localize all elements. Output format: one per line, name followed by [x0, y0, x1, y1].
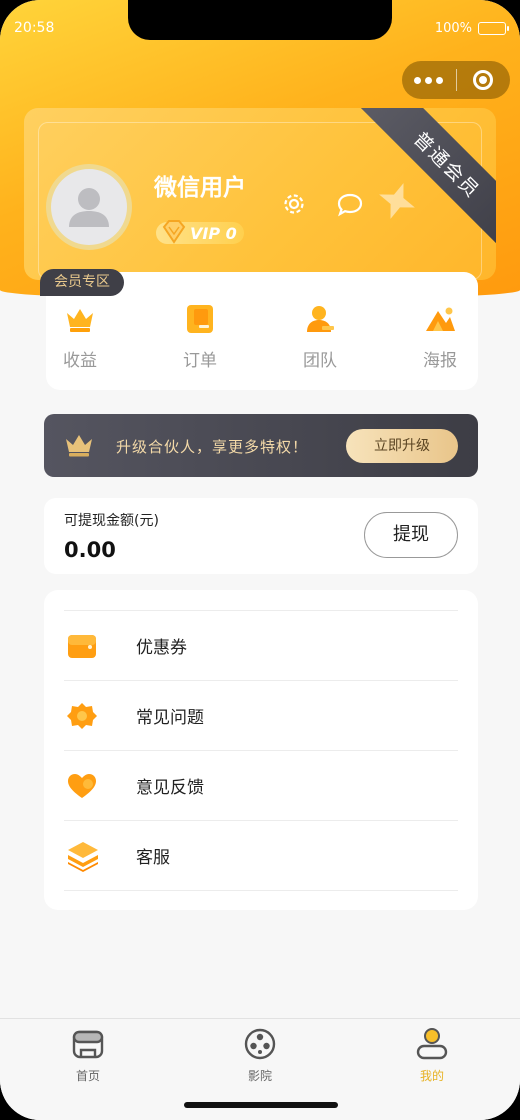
question-icon — [67, 702, 97, 729]
tab-label: 我的 — [419, 1069, 444, 1083]
member-item-label: 团队 — [303, 351, 337, 371]
crown-icon — [67, 309, 93, 332]
username: 微信用户 — [154, 175, 246, 201]
more-dots-icon[interactable] — [402, 76, 456, 84]
team-icon — [307, 306, 334, 332]
battery-percent: 100% — [434, 21, 472, 36]
menu-item-label: 常见问题 — [136, 708, 204, 728]
menu-list: 优惠券 常见问题 意见反馈 客服 — [44, 590, 478, 910]
upgrade-text: 升级合伙人，享更多特权！ — [116, 438, 309, 456]
upgrade-now-button[interactable]: 立即升级 — [346, 429, 458, 463]
menu-item-label: 意见反馈 — [136, 778, 204, 798]
profile-icon — [416, 1028, 448, 1060]
tab-cinema[interactable]: 影院 — [220, 1027, 300, 1084]
member-item-orders[interactable]: 订单 — [160, 302, 240, 371]
member-item-label: 收益 — [63, 351, 97, 371]
tab-label: 首页 — [75, 1069, 100, 1083]
sparkle-decoration-icon — [379, 183, 415, 219]
tab-label: 影院 — [247, 1069, 272, 1083]
member-item-earnings[interactable]: 收益 — [40, 302, 120, 371]
withdrawable-amount: 0.00 — [64, 538, 116, 562]
menu-item-label: 优惠券 — [136, 638, 187, 658]
heart-icon — [68, 773, 96, 798]
status-time: 20:58 — [14, 20, 55, 36]
poster-icon — [426, 307, 455, 331]
withdrawable-label: 可提现金额(元) — [64, 513, 159, 529]
home-icon — [72, 1030, 104, 1059]
member-item-poster[interactable]: 海报 — [400, 302, 480, 371]
menu-item-faq[interactable]: 常见问题 — [64, 680, 458, 750]
notch — [128, 0, 392, 40]
status-battery: 100% — [434, 21, 509, 36]
menu-item-label: 客服 — [136, 848, 170, 868]
close-target-icon[interactable] — [456, 70, 510, 90]
vip-level: VIP 0 — [190, 223, 237, 243]
menu-item-customer-service[interactable]: 客服 — [64, 820, 458, 890]
phone-screen: 20:58 100% 普通会员 微信用户 VIP 0 会员专区 收益 订单 团队… — [0, 0, 520, 1120]
miniprogram-capsule — [402, 61, 510, 99]
crown-icon — [66, 435, 92, 457]
menu-item-coupons[interactable]: 优惠券 — [64, 610, 458, 680]
order-icon — [187, 305, 213, 333]
tab-home[interactable]: 首页 — [48, 1027, 128, 1084]
member-item-team[interactable]: 团队 — [280, 302, 360, 371]
vip-badge: VIP 0 — [156, 220, 244, 244]
chat-icon[interactable] — [336, 192, 364, 218]
member-zone-tag: 会员专区 — [40, 269, 124, 296]
member-item-label: 订单 — [183, 351, 217, 371]
user-silhouette-icon — [69, 188, 109, 227]
withdraw-card: 可提现金额(元) 0.00 提现 — [44, 498, 478, 574]
gear-icon[interactable] — [280, 190, 308, 218]
upgrade-banner[interactable]: 升级合伙人，享更多特权！ 立即升级 — [44, 414, 478, 477]
tab-profile[interactable]: 我的 — [392, 1027, 472, 1084]
member-item-label: 海报 — [423, 351, 457, 371]
profile-card: 普通会员 微信用户 VIP 0 — [24, 108, 496, 280]
avatar[interactable] — [46, 164, 132, 250]
wallet-icon — [68, 634, 96, 658]
withdraw-button[interactable]: 提现 — [364, 512, 458, 558]
film-reel-icon — [244, 1028, 276, 1060]
layers-icon — [68, 841, 98, 872]
diamond-icon — [162, 220, 186, 244]
battery-icon — [478, 22, 509, 35]
home-indicator — [184, 1102, 338, 1108]
menu-item-feedback[interactable]: 意见反馈 — [64, 750, 458, 820]
